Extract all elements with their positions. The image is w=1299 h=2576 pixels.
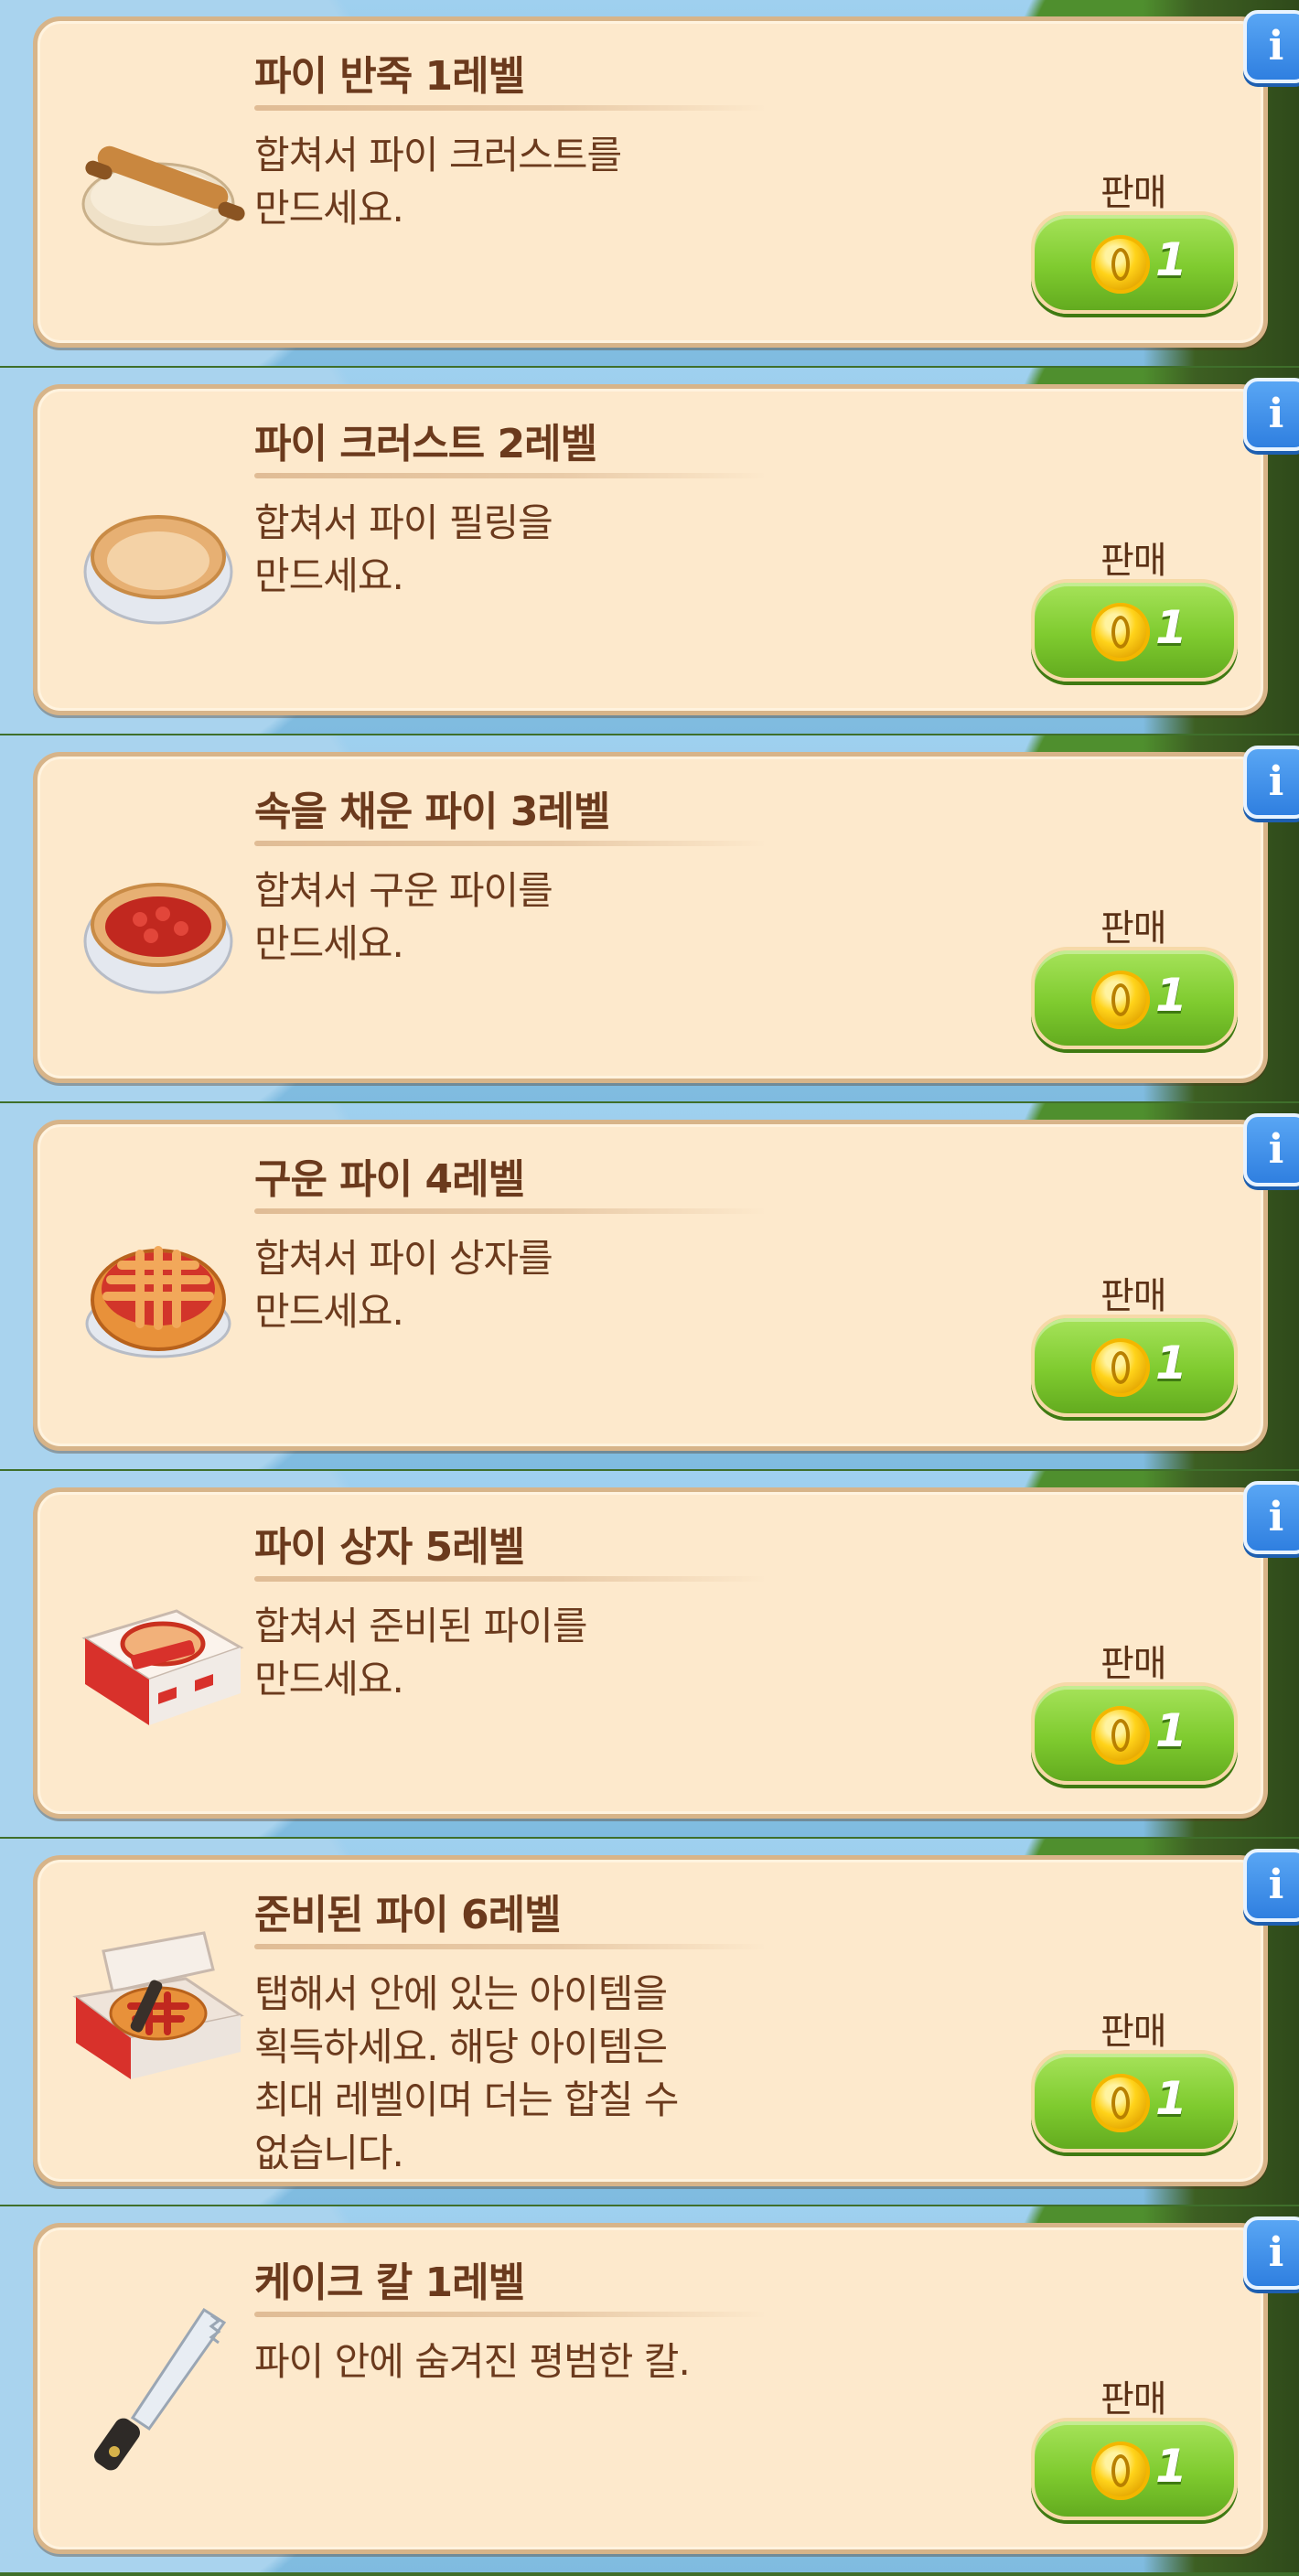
item-title: 구운 파이 4레벨 xyxy=(254,1156,525,1203)
info-icon: i xyxy=(1268,2229,1284,2276)
title-divider xyxy=(254,105,767,111)
sell-button[interactable]: 1 xyxy=(1031,579,1238,682)
sell-button[interactable]: 1 xyxy=(1031,211,1238,314)
item-row: 속을 채운 파이 3레벨 합쳐서 구운 파이를 만드세요. 판매 1 i xyxy=(0,735,1299,1101)
item-card: 준비된 파이 6레벨 탭해서 안에 있는 아이템을 획득하세요. 해당 아이템은… xyxy=(33,1849,1299,2186)
title-divider xyxy=(254,1576,767,1582)
info-button[interactable]: i xyxy=(1243,378,1299,451)
coin-icon xyxy=(1091,2442,1150,2500)
sell-label: 판매 xyxy=(1100,2378,1167,2420)
title-divider xyxy=(254,473,767,478)
cake-knife-icon xyxy=(94,2307,227,2471)
sell-label: 판매 xyxy=(1100,1643,1167,1685)
sell-button[interactable]: 1 xyxy=(1031,1682,1238,1785)
item-row: 케이크 칼 1레벨 파이 안에 숨겨진 평범한 칼. 판매 1 i xyxy=(0,2206,1299,2572)
info-icon: i xyxy=(1268,23,1284,70)
item-description: 탭해서 안에 있는 아이템을 획득하세요. 해당 아이템은 최대 레벨이며 더는… xyxy=(254,1971,679,2175)
info-icon: i xyxy=(1268,391,1284,437)
item-description: 합쳐서 준비된 파이를 만드세요. xyxy=(254,1604,587,1701)
item-card: 속을 채운 파이 3레벨 합쳐서 구운 파이를 만드세요. 판매 1 i xyxy=(33,746,1299,1083)
item-description: 합쳐서 파이 크러스트를 만드세요. xyxy=(254,133,622,231)
sell-price: 1 xyxy=(1155,2072,1187,2125)
sell-label: 판매 xyxy=(1100,540,1167,582)
item-card: 파이 상자 5레벨 합쳐서 준비된 파이를 만드세요. 판매 1 i xyxy=(33,1481,1299,1819)
title-divider xyxy=(254,841,767,846)
item-row: 준비된 파이 6레벨 탭해서 안에 있는 아이템을 획득하세요. 해당 아이템은… xyxy=(0,1839,1299,2205)
info-button[interactable]: i xyxy=(1243,1113,1299,1186)
item-row: 파이 상자 5레벨 합쳐서 준비된 파이를 만드세요. 판매 1 i xyxy=(0,1471,1299,1837)
sell-price: 1 xyxy=(1155,233,1187,286)
item-card: 구운 파이 4레벨 합쳐서 파이 상자를 만드세요. 판매 1 i xyxy=(33,1113,1299,1451)
item-description: 합쳐서 파이 필링을 만드세요. xyxy=(254,500,553,598)
info-icon: i xyxy=(1268,1862,1284,1908)
item-title: 속을 채운 파이 3레벨 xyxy=(254,789,610,835)
sell-price: 1 xyxy=(1155,969,1187,1022)
sell-button[interactable]: 1 xyxy=(1031,1315,1238,1417)
coin-icon xyxy=(1091,971,1150,1029)
item-card: 파이 반죽 1레벨 합쳐서 파이 크러스트를 만드세요. 판매 1 i xyxy=(33,10,1299,348)
coin-icon xyxy=(1091,1338,1150,1397)
info-button[interactable]: i xyxy=(1243,746,1299,819)
item-row: 구운 파이 4레벨 합쳐서 파이 상자를 만드세요. 판매 1 i xyxy=(0,1103,1299,1469)
item-title: 파이 상자 5레벨 xyxy=(254,1524,525,1571)
item-card: 케이크 칼 1레벨 파이 안에 숨겨진 평범한 칼. 판매 1 i xyxy=(33,2216,1299,2554)
sell-button[interactable]: 1 xyxy=(1031,947,1238,1049)
sell-label: 판매 xyxy=(1100,1275,1167,1317)
sell-button[interactable]: 1 xyxy=(1031,2418,1238,2520)
sell-price: 1 xyxy=(1155,601,1187,654)
baked-pie-icon xyxy=(85,1246,231,1358)
title-divider xyxy=(254,2312,767,2317)
dough-rolling-pin-icon xyxy=(81,145,245,246)
item-title: 파이 반죽 1레벨 xyxy=(254,53,525,100)
filled-pie-icon xyxy=(83,883,233,994)
item-card: 파이 크러스트 2레벨 합쳐서 파이 필링을 만드세요. 판매 1 i xyxy=(33,378,1299,715)
item-title: 파이 크러스트 2레벨 xyxy=(254,421,597,467)
title-divider xyxy=(254,1944,767,1949)
sell-label: 판매 xyxy=(1100,907,1167,950)
coin-icon xyxy=(1091,2074,1150,2132)
sell-label: 판매 xyxy=(1100,2011,1167,2053)
info-button[interactable]: i xyxy=(1243,1849,1299,1922)
coin-icon xyxy=(1091,603,1150,661)
info-button[interactable]: i xyxy=(1243,2216,1299,2290)
info-button[interactable]: i xyxy=(1243,10,1299,83)
item-row: 파이 반죽 1레벨 합쳐서 파이 크러스트를 만드세요. 판매 1 i xyxy=(0,0,1299,366)
item-row: 파이 크러스트 2레벨 합쳐서 파이 필링을 만드세요. 판매 1 i xyxy=(0,368,1299,734)
item-title: 케이크 칼 1레벨 xyxy=(254,2259,525,2306)
sell-label: 판매 xyxy=(1100,172,1167,214)
pie-crust-icon xyxy=(83,515,233,625)
coin-icon xyxy=(1091,1706,1150,1765)
title-divider xyxy=(254,1208,767,1214)
info-button[interactable]: i xyxy=(1243,1481,1299,1554)
item-title: 준비된 파이 6레벨 xyxy=(254,1892,562,1938)
info-icon: i xyxy=(1268,758,1284,805)
sell-price: 1 xyxy=(1155,2440,1187,2493)
item-description: 파이 안에 숨겨진 평범한 칼. xyxy=(254,2339,691,2384)
coin-icon xyxy=(1091,235,1150,294)
sell-price: 1 xyxy=(1155,1336,1187,1390)
sell-button[interactable]: 1 xyxy=(1031,2050,1238,2152)
item-description: 합쳐서 구운 파이를 만드세요. xyxy=(254,868,553,966)
sell-price: 1 xyxy=(1155,1704,1187,1757)
item-description: 합쳐서 파이 상자를 만드세요. xyxy=(254,1236,553,1334)
info-icon: i xyxy=(1268,1494,1284,1540)
ready-pie-icon xyxy=(72,1931,244,2079)
info-icon: i xyxy=(1268,1126,1284,1173)
pie-box-icon xyxy=(81,1609,244,1725)
